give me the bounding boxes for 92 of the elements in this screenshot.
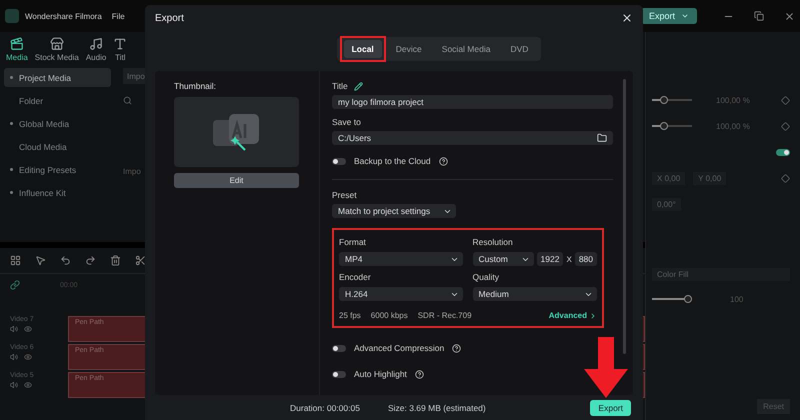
media-tab[interactable]: Titl	[113, 37, 128, 62]
speaker-icon[interactable]	[10, 353, 18, 361]
toggle-label: Auto Highlight	[354, 369, 407, 379]
redo-icon[interactable]	[85, 255, 96, 266]
field-label: Encoder	[339, 272, 372, 282]
export-info: 6000 kbps	[370, 311, 408, 320]
tab[interactable]: Device	[388, 40, 430, 58]
eye-icon[interactable]	[24, 325, 32, 333]
toggle-label: Advanced Compression	[354, 343, 444, 353]
speaker-icon[interactable]	[10, 325, 18, 333]
resolution-dropdown[interactable]: Custom	[472, 252, 534, 266]
scrollbar[interactable]	[623, 79, 626, 354]
keyframe-icon[interactable]	[781, 174, 790, 182]
undo-icon[interactable]	[60, 255, 71, 266]
height-field[interactable]: 880	[574, 252, 597, 266]
toggle-switch[interactable]	[332, 158, 346, 164]
help-icon[interactable]	[438, 156, 448, 166]
media-tab[interactable]: Media	[6, 37, 28, 62]
media-tab-icon	[89, 37, 104, 51]
toggle-switch[interactable]	[332, 370, 346, 378]
close-icon[interactable]	[784, 10, 795, 22]
advanced-link[interactable]: Advanced	[548, 311, 597, 320]
format-dropdown[interactable]: MP4	[339, 252, 463, 266]
eye-icon[interactable]	[24, 381, 32, 389]
media-tab-icon	[113, 37, 128, 51]
sidebar-item[interactable]: Project Media	[4, 68, 111, 87]
slider-thumb[interactable]	[660, 96, 668, 104]
keyframe-icon[interactable]	[781, 96, 790, 104]
dialog-title: Export	[155, 12, 184, 24]
path-field[interactable]: C:/Users	[332, 131, 613, 145]
grid-icon[interactable]	[10, 255, 21, 266]
tab[interactable]: Social Media	[434, 40, 498, 58]
opacity-value: 100	[730, 294, 744, 304]
menu-item[interactable]: File	[112, 12, 125, 20]
chevron-icon	[589, 312, 597, 320]
field-label: Resolution	[472, 237, 514, 247]
speaker-icon[interactable]	[10, 381, 18, 389]
pointer-arrow	[583, 337, 629, 399]
tab[interactable]: Local	[344, 40, 382, 58]
export-info: SDR - Rec.709	[418, 311, 472, 320]
media-tab[interactable]: Stock Media	[34, 37, 79, 62]
preset-dropdown[interactable]: Match to project settings	[332, 204, 456, 218]
toggle-label: Backup to the Cloud	[354, 156, 431, 166]
import-label: Impo	[123, 167, 142, 176]
export-button[interactable]: Export	[590, 400, 631, 416]
width-field[interactable]: 1922	[536, 252, 564, 266]
app-title: Wondershare Filmora	[25, 12, 102, 20]
field-label: Title	[332, 81, 348, 91]
logo-icon	[5, 9, 19, 23]
keyframe-icon[interactable]	[781, 122, 790, 130]
field-label: Quality	[472, 272, 500, 282]
title-field[interactable]: my logo filmora project	[332, 95, 613, 109]
help-icon[interactable]	[452, 344, 462, 352]
scissors-icon[interactable]	[135, 255, 146, 266]
field-label: Save to	[332, 117, 361, 127]
sidebar-item[interactable]: Folder	[4, 91, 111, 110]
caret-icon	[681, 12, 689, 20]
close-icon[interactable]	[621, 12, 633, 24]
encoder-dropdown[interactable]: H.264	[339, 287, 463, 301]
eye-icon[interactable]	[24, 353, 32, 361]
sidebar-item[interactable]: Global Media	[4, 114, 111, 133]
pointer-icon[interactable]	[35, 255, 46, 266]
media-tab[interactable]: Audio	[86, 37, 106, 62]
scale-value: 100,00 %	[716, 122, 750, 130]
media-tab-icon	[10, 37, 24, 51]
link-icon[interactable]	[10, 280, 20, 290]
field-label: Format	[339, 237, 367, 247]
toggle-switch[interactable]	[776, 148, 790, 156]
size-text: Size: 3.69 MB (estimated)	[388, 402, 486, 412]
restore-icon[interactable]	[754, 11, 764, 21]
duration-text: Duration: 00:00:05	[290, 402, 360, 412]
pen-icon[interactable]	[354, 82, 363, 90]
edit-button[interactable]: Edit	[174, 173, 299, 188]
folder-icon[interactable]	[597, 133, 607, 143]
sidebar-item[interactable]: Cloud Media	[4, 137, 111, 156]
slider-thumb[interactable]	[660, 122, 668, 130]
thumbnail-label: Thumbnail:	[174, 81, 218, 91]
scale-value: 100,00 %	[716, 96, 750, 104]
sidebar-item[interactable]: Editing Presets	[4, 160, 111, 179]
help-icon[interactable]	[414, 370, 424, 378]
separator: X	[566, 254, 572, 264]
export-info: 25 fps	[339, 311, 361, 320]
slider-thumb[interactable]	[684, 295, 692, 303]
quality-dropdown[interactable]: Medium	[472, 287, 597, 301]
tab[interactable]: DVD	[502, 40, 536, 58]
toggle-switch[interactable]	[332, 344, 346, 352]
delete-icon[interactable]	[110, 255, 121, 266]
field-label: Preset	[332, 190, 357, 200]
sidebar-item[interactable]: Influence Kit	[4, 183, 111, 202]
export-button[interactable]: Export	[640, 8, 697, 24]
search-icon[interactable]	[123, 96, 132, 105]
media-tab-icon	[50, 37, 64, 51]
